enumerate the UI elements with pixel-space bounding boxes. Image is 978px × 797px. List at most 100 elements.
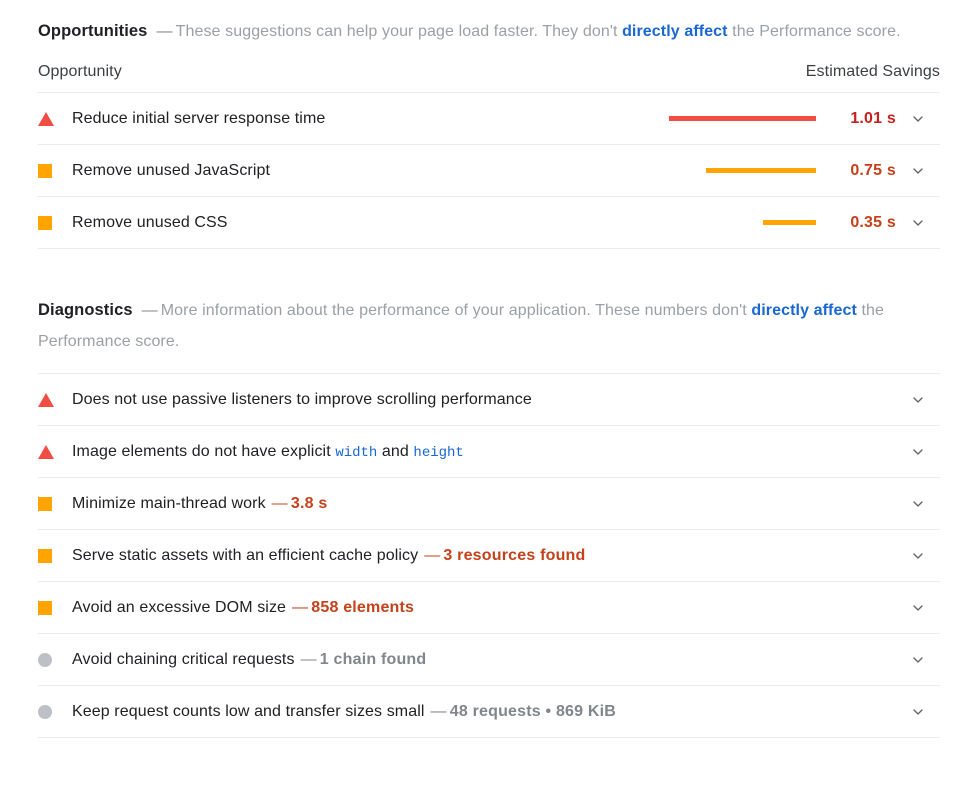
diagnostic-title: Serve static assets with an efficient ca… xyxy=(72,547,896,565)
chevron-down-icon[interactable] xyxy=(910,496,926,512)
opportunity-title: Reduce initial server response time xyxy=(72,109,326,127)
chevron-down-icon[interactable] xyxy=(910,704,926,720)
warning-square-icon xyxy=(38,163,52,178)
diagnostic-title-text: Avoid an excessive DOM size xyxy=(72,598,287,616)
diagnostic-subtitle: —3 resources found xyxy=(424,547,585,564)
diagnostic-subtitle-value: 858 elements xyxy=(311,598,415,616)
info-circle-icon xyxy=(38,652,52,667)
opportunity-title: Remove unused CSS xyxy=(72,213,228,231)
warning-square-icon xyxy=(38,600,52,615)
opportunity-row[interactable]: Reduce initial server response time 1.01 … xyxy=(38,93,940,145)
opportunity-savings-bar-cell xyxy=(646,220,822,225)
diagnostic-severity-icon-cell xyxy=(38,392,72,407)
diagnostic-subtitle-value: 48 requests • 869 KiB xyxy=(449,702,617,720)
diagnostic-row[interactable]: Serve static assets with an efficient ca… xyxy=(38,530,940,582)
diagnostics-dash: — xyxy=(141,302,158,319)
warning-triangle-icon xyxy=(38,444,54,459)
opportunity-expand-toggle[interactable] xyxy=(896,163,940,179)
diagnostic-subtitle-dash: — xyxy=(424,546,441,564)
diagnostic-title-text-b: and xyxy=(377,442,414,460)
diagnostic-expand-toggle[interactable] xyxy=(896,600,940,616)
diagnostic-row[interactable]: Avoid chaining critical requests —1 chain… xyxy=(38,634,940,686)
diagnostic-title: Image elements do not have explicit widt… xyxy=(72,443,896,461)
diagnostic-severity-icon-cell xyxy=(38,704,72,719)
diagnostic-expand-toggle[interactable] xyxy=(896,392,940,408)
diagnostic-title-text: Avoid chaining critical requests xyxy=(72,650,295,668)
diagnostic-title: Avoid an excessive DOM size —858 elements xyxy=(72,599,896,617)
diagnostic-title-text: Keep request counts low and transfer siz… xyxy=(72,702,425,720)
opportunity-savings-bar-cell xyxy=(646,168,822,173)
diagnostic-row[interactable]: Does not use passive listeners to improv… xyxy=(38,374,940,426)
diagnostics-intro-text-a: More information about the performance o… xyxy=(160,302,752,319)
opportunities-intro: Opportunities — These suggestions can help… xyxy=(38,16,940,47)
diagnostic-title: Minimize main-thread work —3.8 s xyxy=(72,495,896,513)
opportunities-directly-affect-link[interactable]: directly affect xyxy=(622,23,728,40)
diagnostic-subtitle-value: 3 resources found xyxy=(443,546,586,564)
lighthouse-performance-report: Opportunities — These suggestions can help… xyxy=(0,16,978,797)
diagnostic-title: Avoid chaining critical requests —1 chain… xyxy=(72,651,896,669)
diagnostic-row[interactable]: Avoid an excessive DOM size —858 elements xyxy=(38,582,940,634)
diagnostic-severity-icon-cell xyxy=(38,652,72,667)
opportunity-savings-bar-cell xyxy=(646,116,822,121)
diagnostic-title-text: Serve static assets with an efficient ca… xyxy=(72,546,419,564)
diagnostic-subtitle-dash: — xyxy=(271,494,288,512)
warning-triangle-icon xyxy=(38,111,54,126)
diagnostic-expand-toggle[interactable] xyxy=(896,704,940,720)
opportunity-expand-toggle[interactable] xyxy=(896,215,940,231)
diagnostic-subtitle: —1 chain found xyxy=(301,651,427,668)
warning-square-icon xyxy=(38,215,52,230)
opportunity-expand-toggle[interactable] xyxy=(896,111,940,127)
diagnostic-subtitle-dash: — xyxy=(292,598,309,616)
diagnostic-subtitle: —858 elements xyxy=(292,599,414,616)
opportunity-severity-icon-cell xyxy=(38,111,72,126)
diagnostic-subtitle-dash: — xyxy=(430,702,447,720)
diagnostic-severity-icon-cell xyxy=(38,548,72,563)
diagnostic-title-text-a: Image elements do not have explicit xyxy=(72,442,336,460)
opportunity-savings-bar xyxy=(706,168,816,173)
chevron-down-icon[interactable] xyxy=(910,548,926,564)
diagnostic-row[interactable]: Keep request counts low and transfer siz… xyxy=(38,686,940,738)
diagnostic-title-text: Does not use passive listeners to improv… xyxy=(72,390,532,408)
diagnostic-title: Keep request counts low and transfer siz… xyxy=(72,703,896,721)
diagnostic-severity-icon-cell xyxy=(38,496,72,511)
diagnostic-subtitle-value: 3.8 s xyxy=(290,494,328,512)
diagnostic-subtitle-dash: — xyxy=(300,650,317,668)
warning-square-icon xyxy=(38,496,52,511)
opportunities-table: Opportunity Estimated Savings Reduce ini… xyxy=(38,63,940,249)
opportunities-intro-text-a: These suggestions can help your page loa… xyxy=(175,23,623,40)
opportunities-section: Opportunities — These suggestions can help… xyxy=(38,16,940,249)
warning-triangle-icon xyxy=(38,392,54,407)
diagnostics-directly-affect-link[interactable]: directly affect xyxy=(751,302,857,319)
diagnostic-severity-icon-cell xyxy=(38,444,72,459)
opportunities-table-header: Opportunity Estimated Savings xyxy=(38,63,940,93)
diagnostics-intro: Diagnostics — More information about the p… xyxy=(38,295,940,357)
opportunity-savings-bar xyxy=(763,220,816,225)
chevron-down-icon[interactable] xyxy=(910,600,926,616)
diagnostic-code-height: height xyxy=(413,444,464,461)
diagnostic-row[interactable]: Image elements do not have explicit widt… xyxy=(38,426,940,478)
diagnostic-expand-toggle[interactable] xyxy=(896,548,940,564)
diagnostic-expand-toggle[interactable] xyxy=(896,496,940,512)
opportunities-rows: Reduce initial server response time 1.01 … xyxy=(38,93,940,249)
chevron-down-icon[interactable] xyxy=(910,163,926,179)
column-header-opportunity: Opportunity xyxy=(38,63,122,80)
diagnostic-title: Does not use passive listeners to improv… xyxy=(72,391,896,409)
opportunities-dash: — xyxy=(156,23,173,40)
opportunity-row[interactable]: Remove unused CSS 0.35 s xyxy=(38,197,940,249)
chevron-down-icon[interactable] xyxy=(910,111,926,127)
chevron-down-icon[interactable] xyxy=(910,215,926,231)
opportunity-savings-bar xyxy=(669,116,816,121)
diagnostic-expand-toggle[interactable] xyxy=(896,444,940,460)
diagnostics-heading: Diagnostics xyxy=(38,301,133,319)
opportunity-title: Remove unused JavaScript xyxy=(72,161,271,179)
diagnostic-code-width: width xyxy=(335,444,378,461)
warning-square-icon xyxy=(38,548,52,563)
diagnostic-expand-toggle[interactable] xyxy=(896,652,940,668)
info-circle-icon xyxy=(38,704,52,719)
diagnostic-row[interactable]: Minimize main-thread work —3.8 s xyxy=(38,478,940,530)
diagnostic-subtitle-value: 1 chain found xyxy=(319,650,427,668)
chevron-down-icon[interactable] xyxy=(910,392,926,408)
opportunity-row[interactable]: Remove unused JavaScript 0.75 s xyxy=(38,145,940,197)
chevron-down-icon[interactable] xyxy=(910,444,926,460)
chevron-down-icon[interactable] xyxy=(910,652,926,668)
